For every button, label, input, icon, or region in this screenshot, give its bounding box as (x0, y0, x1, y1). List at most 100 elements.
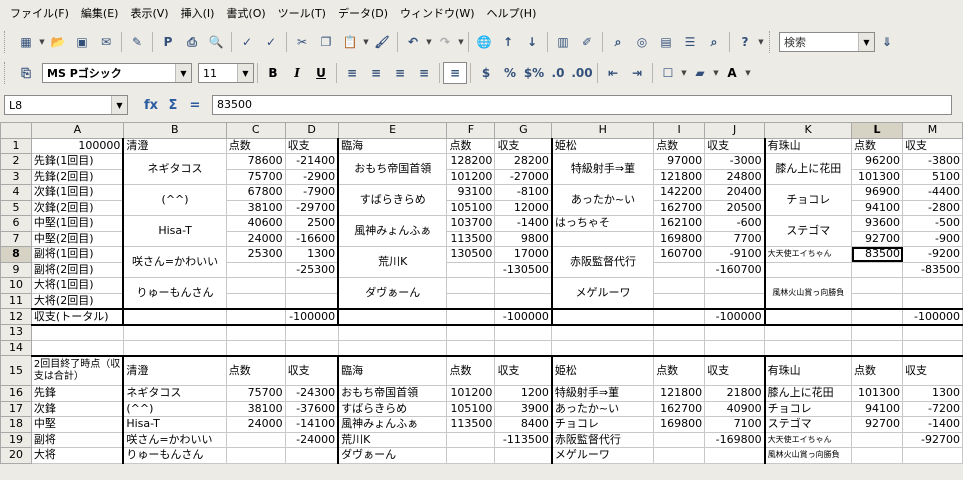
cell[interactable]: すばらきらめ (337, 400, 448, 417)
bold-icon[interactable]: B (261, 62, 285, 84)
row-header[interactable]: 8 (0, 246, 32, 263)
row-header[interactable]: 6 (0, 215, 32, 232)
column-header[interactable]: I (653, 122, 706, 139)
cell[interactable]: 28200 (494, 153, 553, 170)
cell[interactable]: 25300 (225, 246, 286, 263)
align-center-icon[interactable]: ≡ (364, 62, 388, 84)
cell[interactable]: 105100 (446, 199, 496, 216)
column-header[interactable]: B (122, 122, 227, 139)
menu-item[interactable]: ツール(T) (272, 5, 332, 21)
cell[interactable]: 荒川K (337, 246, 448, 278)
cell[interactable]: 点数 (851, 354, 903, 386)
cell[interactable]: 赤阪監督代行 (550, 431, 655, 448)
cell[interactable]: 128200 (446, 153, 496, 170)
cell[interactable]: 清澄 (122, 354, 227, 386)
cell[interactable] (494, 324, 553, 341)
column-header[interactable]: K (764, 122, 853, 139)
cell[interactable]: 収支 (902, 137, 963, 154)
cell[interactable]: 101200 (446, 385, 496, 402)
cell[interactable]: ネギタコス (122, 153, 227, 185)
cell[interactable]: 収支 (494, 137, 553, 154)
menu-item[interactable]: データ(D) (332, 5, 394, 21)
cell[interactable]: 94100 (851, 199, 903, 216)
cell[interactable] (337, 324, 448, 341)
cell[interactable]: チョコレ (763, 400, 853, 417)
cell[interactable]: 1300 (902, 385, 963, 402)
cell[interactable] (284, 324, 339, 341)
navigator-icon[interactable]: ◎ (630, 31, 654, 53)
toolbar-grip[interactable] (4, 62, 10, 84)
cell[interactable] (704, 292, 766, 309)
cell[interactable]: -7900 (284, 184, 339, 201)
cell[interactable]: -14100 (284, 416, 339, 433)
cell[interactable]: 75700 (225, 385, 286, 402)
edit-mode-icon[interactable]: ✎ (125, 31, 149, 53)
chevron-down-icon[interactable]: ▼ (362, 38, 370, 46)
cell[interactable]: -7200 (902, 400, 963, 417)
cell[interactable] (653, 292, 706, 309)
cell[interactable] (851, 292, 903, 309)
cell[interactable]: 105100 (446, 400, 496, 417)
cell[interactable]: 中堅(2回目) (30, 230, 124, 247)
spellcheck-icon[interactable]: ✓ (235, 31, 259, 53)
cell[interactable]: 中堅(1回目) (30, 215, 124, 232)
font-size-combo[interactable]: 11 ▼ (198, 63, 254, 83)
cell[interactable]: 点数 (851, 137, 903, 154)
cell[interactable]: 121800 (653, 385, 706, 402)
cell[interactable]: -100000 (494, 307, 553, 326)
cell[interactable] (225, 261, 286, 278)
cell[interactable] (225, 447, 286, 464)
cell[interactable]: 大将 (30, 447, 124, 464)
chevron-down-icon[interactable]: ▼ (858, 33, 874, 51)
cell[interactable]: -3000 (704, 153, 766, 170)
cell[interactable]: -130500 (494, 261, 553, 278)
find-next-icon[interactable]: ⇓ (875, 31, 899, 53)
cell[interactable] (284, 277, 339, 294)
undo-icon[interactable]: ↶ (401, 31, 425, 53)
cell[interactable]: 130500 (446, 246, 496, 263)
find-input[interactable]: 検索 (784, 34, 806, 50)
cell[interactable]: 100000 (30, 137, 124, 154)
cell[interactable] (763, 307, 853, 326)
cell[interactable]: -83500 (902, 261, 963, 278)
cell[interactable]: 特級射手⇒菫 (550, 385, 655, 402)
justify-icon[interactable]: ≡ (412, 62, 436, 84)
chevron-down-icon[interactable]: ▼ (680, 69, 688, 77)
column-header[interactable]: C (225, 122, 286, 139)
cell[interactable] (851, 324, 903, 341)
print-icon[interactable]: ⎙ (180, 31, 204, 53)
menu-item[interactable]: 表示(V) (124, 5, 174, 21)
cell[interactable]: -600 (704, 215, 766, 232)
cell[interactable]: -2900 (284, 168, 339, 185)
cell[interactable] (446, 447, 496, 464)
cell[interactable]: 113500 (446, 416, 496, 433)
new-document-icon[interactable]: ▦ (14, 31, 38, 53)
cell[interactable]: 8400 (494, 416, 553, 433)
cell[interactable]: あったか~い (550, 400, 655, 417)
row-header[interactable]: 14 (0, 339, 32, 356)
zoom-icon[interactable]: ⌕ (702, 31, 726, 53)
cell[interactable]: 96900 (851, 184, 903, 201)
cell[interactable] (851, 307, 903, 326)
cell[interactable] (653, 277, 706, 294)
chevron-down-icon[interactable]: ▼ (457, 38, 465, 46)
row-header[interactable]: 4 (0, 184, 32, 201)
cell[interactable]: メゲルーワ (550, 447, 655, 464)
cell[interactable] (704, 447, 766, 464)
cell[interactable]: -24000 (284, 431, 339, 448)
cell[interactable] (122, 339, 227, 356)
cell[interactable]: 大将(2回目) (30, 292, 124, 309)
cell[interactable]: -169800 (704, 431, 766, 448)
cell[interactable]: 75700 (225, 168, 286, 185)
cell[interactable] (764, 339, 853, 356)
cell[interactable]: ステゴマ (763, 215, 853, 247)
cell[interactable]: 風神みょんふぁ (337, 215, 448, 247)
cell[interactable] (902, 339, 963, 356)
cell[interactable]: 副将 (30, 431, 124, 448)
menu-item[interactable]: 挿入(I) (175, 5, 221, 21)
chevron-down-icon[interactable]: ▼ (111, 96, 127, 114)
cell[interactable]: 1300 (284, 246, 339, 263)
cell[interactable]: -25300 (284, 261, 339, 278)
cell[interactable]: 大天使エイちゃん (763, 246, 853, 263)
cell[interactable] (902, 277, 963, 294)
